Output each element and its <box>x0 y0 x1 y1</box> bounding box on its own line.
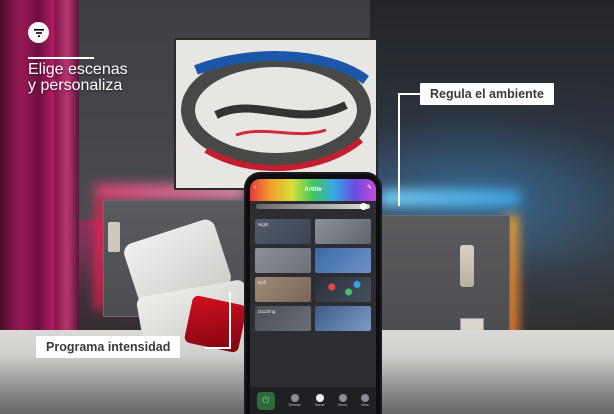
scene-label: Night <box>258 222 269 227</box>
scene-tile[interactable] <box>315 277 371 302</box>
grid-icon <box>361 394 370 402</box>
tab-label: Dimmer <box>288 403 301 407</box>
divider <box>28 57 94 59</box>
app-title: Artlite <box>304 187 322 193</box>
edit-icon[interactable]: ✎ <box>367 184 372 191</box>
smartphone: ‹ Artlite ✎ Night Soft Dazzling ⏻ Dimmer… <box>246 174 380 414</box>
scene-tile[interactable] <box>315 306 371 331</box>
wall-lamp-right <box>460 245 474 287</box>
label-ambient: Regula el ambiente <box>420 83 554 105</box>
scene-tile[interactable]: Soft <box>255 277 311 302</box>
music-icon <box>338 394 347 402</box>
scene-tile[interactable]: Dazzling <box>255 306 311 331</box>
callout-line <box>229 292 231 349</box>
filter-icon <box>28 22 49 43</box>
slider-knob[interactable] <box>360 203 368 210</box>
tab-label: Scene <box>314 403 325 407</box>
wall-lamp-left <box>108 222 120 252</box>
blue-led-strip <box>380 190 520 206</box>
callout-line <box>398 93 400 206</box>
tab-label: Music <box>338 403 348 407</box>
scene-icon <box>315 394 324 402</box>
power-icon[interactable]: ⏻ <box>256 391 275 410</box>
scene-tile[interactable] <box>315 219 371 244</box>
abstract-painting <box>176 40 376 188</box>
scene-tile[interactable] <box>315 248 371 273</box>
bulb-icon <box>290 394 299 402</box>
scene-grid: Night Soft Dazzling <box>255 219 371 331</box>
curtain-fold <box>55 0 79 330</box>
tab-scene[interactable]: Scene <box>315 394 325 407</box>
scene-photo: Elige escenas y personaliza Regula el am… <box>0 0 614 414</box>
scene-tile[interactable]: Night <box>255 219 311 244</box>
brightness-slider[interactable] <box>256 203 370 210</box>
back-icon[interactable]: ‹ <box>254 184 256 191</box>
scene-label: Dazzling <box>258 309 276 314</box>
bottom-tab-bar: ⏻ Dimmer Scene Music More <box>250 387 376 414</box>
tab-dimmer[interactable]: Dimmer <box>289 394 301 407</box>
tab-music[interactable]: Music <box>338 394 347 407</box>
tab-label: More <box>361 403 370 407</box>
label-intensity: Programa intensidad <box>36 336 181 358</box>
scene-label: Soft <box>258 280 267 285</box>
app-screen: ‹ Artlite ✎ Night Soft Dazzling ⏻ Dimmer… <box>250 179 376 414</box>
app-header: ‹ Artlite ✎ <box>250 179 376 201</box>
scene-tile[interactable] <box>255 248 311 273</box>
callout-line <box>205 347 231 349</box>
callout-line <box>398 93 420 95</box>
headline: Elige escenas y personaliza <box>28 61 128 94</box>
tab-more[interactable]: More <box>361 394 370 407</box>
